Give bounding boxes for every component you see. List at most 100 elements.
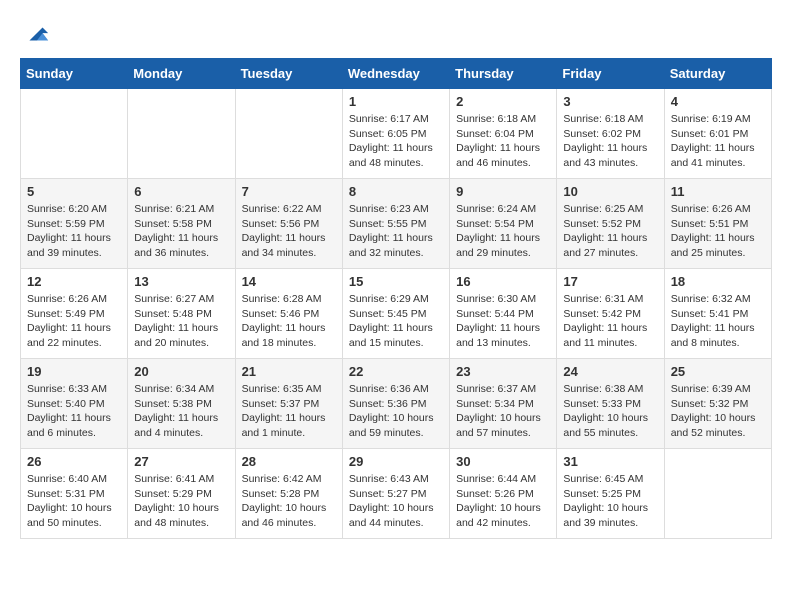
calendar-cell: 26Sunrise: 6:40 AMSunset: 5:31 PMDayligh… (21, 449, 128, 539)
calendar-cell: 22Sunrise: 6:36 AMSunset: 5:36 PMDayligh… (342, 359, 449, 449)
day-number: 9 (456, 184, 550, 199)
calendar-cell: 6Sunrise: 6:21 AMSunset: 5:58 PMDaylight… (128, 179, 235, 269)
day-number: 20 (134, 364, 228, 379)
calendar-cell: 18 Sunrise: 6:32 AMSunset: 5:41 PMDayligh… (664, 269, 771, 359)
day-info: Sunrise: 6:28 AMSunset: 5:46 PMDaylight:… (242, 292, 336, 351)
day-number: 31 (563, 454, 657, 469)
calendar-week-row: 1 Sunrise: 6:17 AMSunset: 6:05 PMDaylight… (21, 89, 772, 179)
calendar-week-row: 19 Sunrise: 6:33 AMSunset: 5:40 PMDayligh… (21, 359, 772, 449)
day-info: Sunrise: 6:17 AMSunset: 6:05 PMDaylight:… (349, 112, 443, 171)
day-info: Sunrise: 6:18 AMSunset: 6:04 PMDaylight:… (456, 112, 550, 171)
day-info: Sunrise: 6:32 AMSunset: 5:41 PMDaylight:… (671, 292, 765, 351)
day-info: Sunrise: 6:37 AMSunset: 5:34 PMDaylight:… (456, 382, 550, 441)
day-number: 23 (456, 364, 550, 379)
day-info: Sunrise: 6:35 AMSunset: 5:37 PMDaylight:… (242, 382, 336, 441)
calendar-header-saturday: Saturday (664, 59, 771, 89)
logo-text (20, 20, 50, 48)
calendar-cell (128, 89, 235, 179)
day-number: 27 (134, 454, 228, 469)
calendar-cell: 25Sunrise: 6:39 AMSunset: 5:32 PMDayligh… (664, 359, 771, 449)
calendar-cell: 1 Sunrise: 6:17 AMSunset: 6:05 PMDaylight… (342, 89, 449, 179)
calendar-cell (21, 89, 128, 179)
calendar-cell (235, 89, 342, 179)
calendar-cell: 21 Sunrise: 6:35 AMSunset: 5:37 PMDayligh… (235, 359, 342, 449)
calendar-week-row: 12 Sunrise: 6:26 AMSunset: 5:49 PMDayligh… (21, 269, 772, 359)
calendar-cell: 5 Sunrise: 6:20 AMSunset: 5:59 PMDaylight… (21, 179, 128, 269)
day-info: Sunrise: 6:44 AMSunset: 5:26 PMDaylight:… (456, 472, 550, 531)
calendar-week-row: 5 Sunrise: 6:20 AMSunset: 5:59 PMDaylight… (21, 179, 772, 269)
calendar-cell: 28Sunrise: 6:42 AMSunset: 5:28 PMDayligh… (235, 449, 342, 539)
day-info: Sunrise: 6:18 AMSunset: 6:02 PMDaylight:… (563, 112, 657, 171)
day-number: 24 (563, 364, 657, 379)
day-info: Sunrise: 6:27 AMSunset: 5:48 PMDaylight:… (134, 292, 228, 351)
day-info: Sunrise: 6:41 AMSunset: 5:29 PMDaylight:… (134, 472, 228, 531)
day-number: 12 (27, 274, 121, 289)
calendar-cell: 17 Sunrise: 6:31 AMSunset: 5:42 PMDayligh… (557, 269, 664, 359)
calendar-cell: 19 Sunrise: 6:33 AMSunset: 5:40 PMDayligh… (21, 359, 128, 449)
calendar-cell (664, 449, 771, 539)
calendar-cell: 9 Sunrise: 6:24 AMSunset: 5:54 PMDaylight… (450, 179, 557, 269)
day-info: Sunrise: 6:38 AMSunset: 5:33 PMDaylight:… (563, 382, 657, 441)
day-number: 5 (27, 184, 121, 199)
day-number: 10 (563, 184, 657, 199)
calendar-cell: 7 Sunrise: 6:22 AMSunset: 5:56 PMDaylight… (235, 179, 342, 269)
calendar-cell: 12 Sunrise: 6:26 AMSunset: 5:49 PMDayligh… (21, 269, 128, 359)
calendar-header-tuesday: Tuesday (235, 59, 342, 89)
calendar-header-sunday: Sunday (21, 59, 128, 89)
day-info: Sunrise: 6:40 AMSunset: 5:31 PMDaylight:… (27, 472, 121, 531)
day-number: 21 (242, 364, 336, 379)
day-number: 4 (671, 94, 765, 109)
calendar-cell: 20 Sunrise: 6:34 AMSunset: 5:38 PMDayligh… (128, 359, 235, 449)
calendar-header-monday: Monday (128, 59, 235, 89)
calendar-cell: 24 Sunrise: 6:38 AMSunset: 5:33 PMDayligh… (557, 359, 664, 449)
day-number: 16 (456, 274, 550, 289)
calendar-cell: 11 Sunrise: 6:26 AMSunset: 5:51 PMDayligh… (664, 179, 771, 269)
calendar-week-row: 26Sunrise: 6:40 AMSunset: 5:31 PMDayligh… (21, 449, 772, 539)
calendar-cell: 29Sunrise: 6:43 AMSunset: 5:27 PMDayligh… (342, 449, 449, 539)
calendar-cell: 8Sunrise: 6:23 AMSunset: 5:55 PMDaylight… (342, 179, 449, 269)
calendar-cell: 16 Sunrise: 6:30 AMSunset: 5:44 PMDayligh… (450, 269, 557, 359)
calendar-cell: 10 Sunrise: 6:25 AMSunset: 5:52 PMDayligh… (557, 179, 664, 269)
day-info: Sunrise: 6:19 AMSunset: 6:01 PMDaylight:… (671, 112, 765, 171)
day-number: 25 (671, 364, 765, 379)
logo (20, 20, 50, 48)
calendar-cell: 15Sunrise: 6:29 AMSunset: 5:45 PMDayligh… (342, 269, 449, 359)
day-number: 29 (349, 454, 443, 469)
page-header (20, 20, 772, 48)
calendar-cell: 27 Sunrise: 6:41 AMSunset: 5:29 PMDayligh… (128, 449, 235, 539)
calendar-cell: 4 Sunrise: 6:19 AMSunset: 6:01 PMDaylight… (664, 89, 771, 179)
day-info: Sunrise: 6:29 AMSunset: 5:45 PMDaylight:… (349, 292, 443, 351)
day-info: Sunrise: 6:21 AMSunset: 5:58 PMDaylight:… (134, 202, 228, 261)
day-info: Sunrise: 6:22 AMSunset: 5:56 PMDaylight:… (242, 202, 336, 261)
calendar-cell: 14 Sunrise: 6:28 AMSunset: 5:46 PMDayligh… (235, 269, 342, 359)
day-info: Sunrise: 6:34 AMSunset: 5:38 PMDaylight:… (134, 382, 228, 441)
calendar-cell: 13Sunrise: 6:27 AMSunset: 5:48 PMDayligh… (128, 269, 235, 359)
day-info: Sunrise: 6:20 AMSunset: 5:59 PMDaylight:… (27, 202, 121, 261)
day-info: Sunrise: 6:45 AMSunset: 5:25 PMDaylight:… (563, 472, 657, 531)
day-number: 22 (349, 364, 443, 379)
day-number: 1 (349, 94, 443, 109)
calendar-cell: 2 Sunrise: 6:18 AMSunset: 6:04 PMDaylight… (450, 89, 557, 179)
day-number: 7 (242, 184, 336, 199)
day-info: Sunrise: 6:26 AMSunset: 5:49 PMDaylight:… (27, 292, 121, 351)
day-number: 14 (242, 274, 336, 289)
day-number: 11 (671, 184, 765, 199)
calendar-cell: 23 Sunrise: 6:37 AMSunset: 5:34 PMDayligh… (450, 359, 557, 449)
day-info: Sunrise: 6:30 AMSunset: 5:44 PMDaylight:… (456, 292, 550, 351)
day-number: 8 (349, 184, 443, 199)
calendar-cell: 30Sunrise: 6:44 AMSunset: 5:26 PMDayligh… (450, 449, 557, 539)
day-info: Sunrise: 6:26 AMSunset: 5:51 PMDaylight:… (671, 202, 765, 261)
day-info: Sunrise: 6:31 AMSunset: 5:42 PMDaylight:… (563, 292, 657, 351)
day-number: 17 (563, 274, 657, 289)
calendar-table: SundayMondayTuesdayWednesdayThursdayFrid… (20, 58, 772, 539)
calendar-header-thursday: Thursday (450, 59, 557, 89)
day-info: Sunrise: 6:24 AMSunset: 5:54 PMDaylight:… (456, 202, 550, 261)
day-info: Sunrise: 6:42 AMSunset: 5:28 PMDaylight:… (242, 472, 336, 531)
day-info: Sunrise: 6:33 AMSunset: 5:40 PMDaylight:… (27, 382, 121, 441)
day-number: 19 (27, 364, 121, 379)
day-info: Sunrise: 6:25 AMSunset: 5:52 PMDaylight:… (563, 202, 657, 261)
day-number: 3 (563, 94, 657, 109)
day-number: 18 (671, 274, 765, 289)
day-number: 2 (456, 94, 550, 109)
logo-icon (22, 20, 50, 48)
